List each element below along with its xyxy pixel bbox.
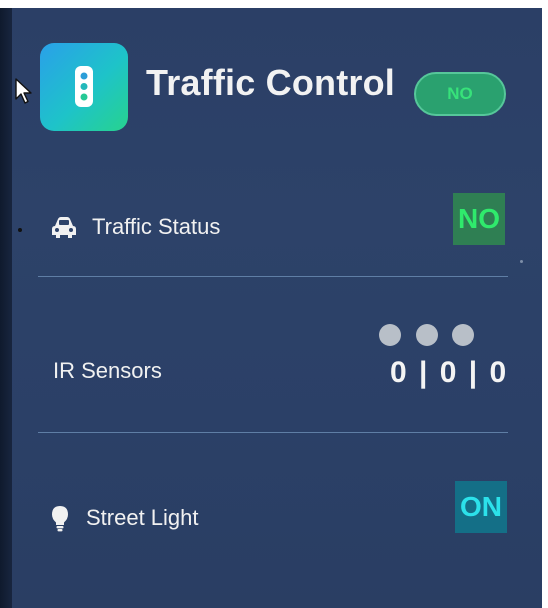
cropped-top-text — [150, 0, 270, 8]
ir-sensor-dot — [452, 324, 474, 346]
traffic-light-app-icon — [40, 43, 128, 131]
window-edge — [0, 8, 12, 608]
ir-sensor-dot — [416, 324, 438, 346]
lightbulb-icon — [52, 506, 68, 532]
traffic-status-badge: NO — [453, 193, 505, 245]
screen-speck — [520, 260, 523, 263]
ir-sensor-indicators — [366, 324, 474, 346]
traffic-status-label: Traffic Status — [92, 214, 221, 239]
page-title: Traffic Control — [146, 62, 396, 103]
screenshot-frame: Traffic Control NO Traffic Status NO IR … — [0, 0, 548, 608]
street-light-label: Street Light — [86, 505, 199, 530]
ir-sensor-values: 0 | 0 | 0 — [390, 356, 509, 389]
ir-sensors-label: IR Sensors — [53, 358, 162, 383]
mouse-cursor-icon — [15, 78, 32, 104]
traffic-light-icon — [75, 66, 93, 107]
divider — [38, 276, 508, 277]
street-light-badge: ON — [455, 481, 507, 533]
status-pill-toggle[interactable]: NO — [414, 72, 506, 116]
ir-sensor-dot — [379, 324, 401, 346]
car-icon — [52, 217, 76, 238]
screen-speck — [18, 228, 22, 232]
divider — [38, 432, 508, 433]
